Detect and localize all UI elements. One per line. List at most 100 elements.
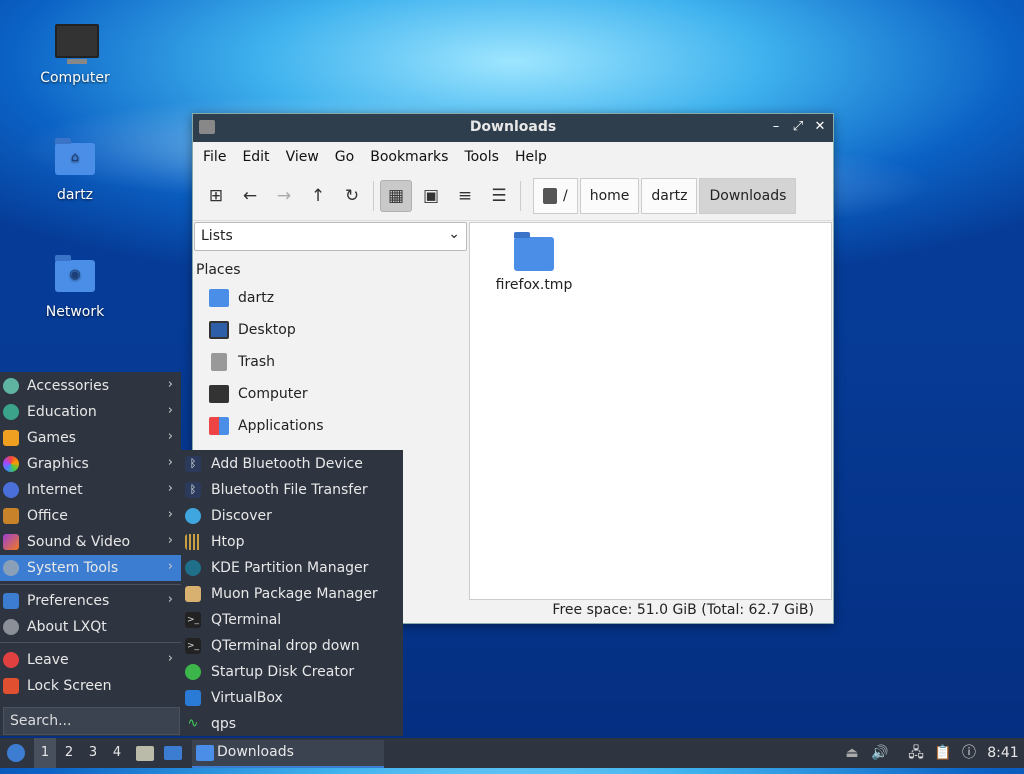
menu-item-games[interactable]: Games ›	[0, 425, 181, 451]
desktop-switch-4[interactable]: 4	[106, 738, 128, 768]
breadcrumb-home[interactable]: home	[579, 178, 640, 214]
start-menu-button[interactable]	[4, 738, 28, 768]
menu-item-preferences[interactable]: Preferences ›	[0, 588, 181, 614]
submenu-item-kde-partition-manager[interactable]: KDE Partition Manager	[181, 555, 403, 581]
breadcrumb-dartz[interactable]: dartz	[641, 178, 698, 214]
up-icon[interactable]: ↑	[303, 181, 333, 211]
home-folder-icon	[209, 289, 229, 307]
file-item[interactable]: firefox.tmp	[490, 232, 578, 293]
menu-item-accessories[interactable]: Accessories ›	[0, 373, 181, 399]
menu-item-label: qps	[211, 716, 237, 732]
status-bar: Free space: 51.0 GiB (Total: 62.7 GiB)	[552, 602, 814, 618]
detailed-view-icon[interactable]: ☰	[484, 181, 514, 211]
desktop-icon-computer[interactable]: Computer	[25, 20, 125, 86]
menu-item-lock-screen[interactable]: Lock Screen	[0, 673, 181, 699]
menu-item-internet[interactable]: Internet ›	[0, 477, 181, 503]
place-label: Trash	[238, 354, 275, 370]
virtualbox-icon	[185, 690, 201, 706]
menu-search-input[interactable]: Search...	[3, 707, 180, 735]
menu-view[interactable]: View	[278, 149, 327, 165]
desktop-icon-network[interactable]: ◉ Network	[25, 254, 125, 320]
submenu-item-discover[interactable]: Discover	[181, 503, 403, 529]
terminal-icon: >_	[185, 638, 201, 654]
submenu-item-bluetooth-file-transfer[interactable]: ᛒ Bluetooth File Transfer	[181, 477, 403, 503]
place-desktop[interactable]: Desktop	[209, 317, 296, 343]
menu-item-leave[interactable]: Leave ›	[0, 647, 181, 673]
menu-edit[interactable]: Edit	[234, 149, 277, 165]
desktop-icon-home[interactable]: ⌂ dartz	[25, 137, 125, 203]
lxqt-logo-icon	[7, 744, 25, 762]
desktop-icon-label: dartz	[56, 187, 94, 203]
new-tab-icon[interactable]: ⊞	[201, 181, 231, 211]
file-manager-icon	[136, 746, 154, 761]
menu-item-sound-video[interactable]: Sound & Video ›	[0, 529, 181, 555]
submenu-item-add-bluetooth-device[interactable]: ᛒ Add Bluetooth Device	[181, 451, 403, 477]
place-computer[interactable]: Computer	[209, 381, 308, 407]
minimize-button[interactable]: –	[767, 118, 785, 136]
menu-go[interactable]: Go	[327, 149, 362, 165]
menu-separator	[0, 584, 181, 585]
menu-item-education[interactable]: Education ›	[0, 399, 181, 425]
menu-item-graphics[interactable]: Graphics ›	[0, 451, 181, 477]
menu-help[interactable]: Help	[507, 149, 555, 165]
task-button-downloads[interactable]: Downloads	[192, 740, 384, 768]
submenu-item-qterminal[interactable]: >_ QTerminal	[181, 607, 403, 633]
forward-icon[interactable]: →	[269, 181, 299, 211]
maximize-button[interactable]: ⤢	[789, 118, 807, 136]
search-placeholder: Search...	[10, 713, 72, 729]
menu-item-label: Htop	[211, 534, 245, 550]
menu-file[interactable]: File	[195, 149, 234, 165]
clock[interactable]: 8:41	[986, 738, 1020, 768]
submenu-item-virtualbox[interactable]: VirtualBox	[181, 685, 403, 711]
submenu-item-startup-disk-creator[interactable]: Startup Disk Creator	[181, 659, 403, 685]
menu-bookmarks[interactable]: Bookmarks	[362, 149, 456, 165]
eject-icon[interactable]: ⏏	[843, 744, 861, 762]
computer-icon	[53, 20, 99, 64]
update-notifier-icon[interactable]: ⓘ	[960, 744, 978, 762]
menu-item-about-lxqt[interactable]: About LXQt	[0, 614, 181, 640]
icon-view-icon[interactable]: ▦	[380, 180, 412, 212]
menu-tools[interactable]: Tools	[456, 149, 507, 165]
menu-item-label: About LXQt	[27, 619, 107, 635]
chevron-right-icon: ›	[167, 651, 173, 666]
thumbnail-view-icon[interactable]: ▣	[416, 181, 446, 211]
desktop-switch-2[interactable]: 2	[58, 738, 80, 768]
desktop-icon-label: Computer	[40, 70, 110, 86]
volume-icon[interactable]: 🔊	[871, 744, 889, 762]
menu-item-label: System Tools	[27, 560, 119, 576]
menu-item-label: Discover	[211, 508, 272, 524]
show-desktop-button[interactable]	[162, 738, 184, 768]
chevron-right-icon: ›	[167, 377, 173, 392]
submenu-item-qps[interactable]: ∿ qps	[181, 711, 403, 737]
place-applications[interactable]: Applications	[209, 413, 324, 439]
menu-item-office[interactable]: Office ›	[0, 503, 181, 529]
place-dartz[interactable]: dartz	[209, 285, 274, 311]
file-manager-launcher[interactable]	[134, 738, 156, 768]
compact-view-icon[interactable]: ≡	[450, 181, 480, 211]
submenu-item-muon-package-manager[interactable]: Muon Package Manager	[181, 581, 403, 607]
clipboard-icon[interactable]: 📋	[934, 744, 952, 762]
breadcrumb-downloads[interactable]: Downloads	[699, 178, 797, 214]
side-pane-mode-select[interactable]: Lists ⌄	[194, 222, 467, 251]
desktop-switch-1[interactable]: 1	[34, 738, 56, 768]
qps-icon: ∿	[185, 716, 201, 732]
titlebar[interactable]: Downloads – ⤢ ✕	[193, 114, 833, 142]
file-view[interactable]: firefox.tmp	[469, 222, 832, 600]
places-header: Places	[196, 262, 241, 278]
terminal-icon: >_	[185, 612, 201, 628]
menu-item-label: QTerminal drop down	[211, 638, 360, 654]
bluetooth-icon: ᛒ	[185, 456, 201, 472]
reload-icon[interactable]: ↻	[337, 181, 367, 211]
partition-manager-icon	[185, 560, 201, 576]
close-button[interactable]: ✕	[811, 118, 829, 136]
place-trash[interactable]: Trash	[209, 349, 275, 375]
chevron-right-icon: ›	[167, 403, 173, 418]
submenu-item-qterminal-drop-down[interactable]: >_ QTerminal drop down	[181, 633, 403, 659]
submenu-item-htop[interactable]: Htop	[181, 529, 403, 555]
desktop-switch-3[interactable]: 3	[82, 738, 104, 768]
menu-item-system-tools[interactable]: System Tools ›	[0, 555, 181, 581]
back-icon[interactable]: ←	[235, 181, 265, 211]
trash-icon	[211, 353, 227, 371]
network-icon[interactable]: 🖧	[907, 744, 925, 762]
breadcrumb-root[interactable]: /	[533, 178, 578, 214]
